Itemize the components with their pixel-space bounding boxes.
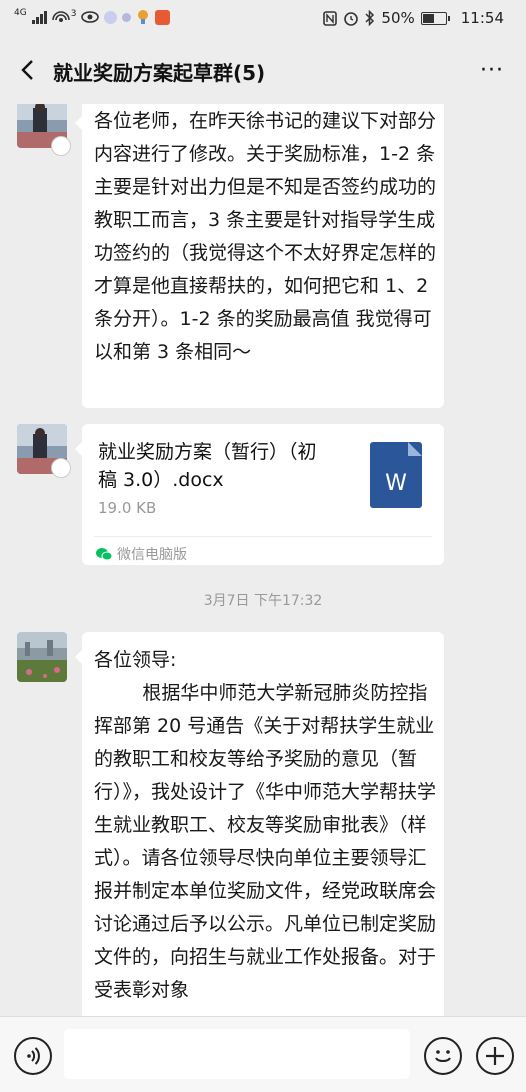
battery-percent: 50%	[381, 9, 415, 27]
file-source-label: 微信电脑版	[117, 547, 187, 563]
emoji-icon[interactable]	[424, 1037, 462, 1075]
clock: 11:54	[460, 9, 504, 27]
word-file-letter: W	[385, 471, 407, 496]
chevron-left-icon[interactable]	[16, 58, 40, 82]
message-text: 各位领导: 根据华中师范大学新冠肺炎防控指挥部第 20 号通告《关于对帮扶学生就…	[94, 649, 437, 1001]
chat-header: 就业奖励方案起草群(5) ···	[0, 38, 526, 104]
hotspot-icon	[51, 11, 70, 22]
avatar[interactable]	[17, 632, 67, 682]
panda-badge-icon	[51, 136, 71, 156]
file-size: 19.0 KB	[98, 499, 157, 517]
message-bubble[interactable]: 各位领导: 根据华中师范大学新冠肺炎防控指挥部第 20 号通告《关于对帮扶学生就…	[75, 632, 444, 1016]
divider	[94, 536, 432, 537]
wechat-icon	[96, 548, 112, 561]
more-dots-icon[interactable]: ···	[480, 58, 504, 83]
bluetooth-icon	[365, 10, 375, 26]
file-name: 就业奖励方案（暂行）（初稿 3.0）.docx	[98, 441, 317, 491]
network-label: 4G	[14, 8, 27, 18]
message-text: 各位老师，在昨天徐书记的建议下对部分内容进行了修改。关于奖励标准，1-2 条主要…	[94, 110, 437, 363]
input-bar	[0, 1016, 526, 1092]
file-source: 微信电脑版	[96, 544, 187, 564]
app-notification-icon	[104, 10, 118, 24]
location-app-icon	[138, 10, 149, 24]
wifi-badge: 3	[70, 9, 77, 19]
signal-icon	[31, 10, 47, 24]
nfc-icon	[323, 10, 338, 26]
chat-title: 就业奖励方案起草群(5)	[53, 61, 266, 85]
message-bubble[interactable]: 各位老师，在昨天徐书记的建议下对部分内容进行了修改。关于奖励标准，1-2 条主要…	[75, 104, 444, 408]
message-list[interactable]: 各位老师，在昨天徐书记的建议下对部分内容进行了修改。关于奖励标准，1-2 条主要…	[0, 104, 526, 1016]
app-notification-icon	[122, 12, 132, 22]
voice-icon[interactable]	[14, 1037, 52, 1075]
alarm-icon	[344, 12, 359, 26]
message-input[interactable]	[64, 1029, 410, 1079]
word-file-icon: W	[370, 442, 422, 508]
battery-icon	[420, 11, 450, 25]
app-notification-icon	[155, 9, 171, 25]
eye-icon	[81, 11, 100, 23]
timestamp: 3月7日 下午17:32	[203, 593, 323, 609]
file-message[interactable]: 就业奖励方案（暂行）（初稿 3.0）.docx 19.0 KB W 微信电脑版	[75, 424, 444, 565]
panda-badge-icon	[51, 458, 71, 478]
status-bar: 4G 3 50% 11:54	[0, 0, 526, 38]
plus-icon[interactable]	[476, 1037, 514, 1075]
